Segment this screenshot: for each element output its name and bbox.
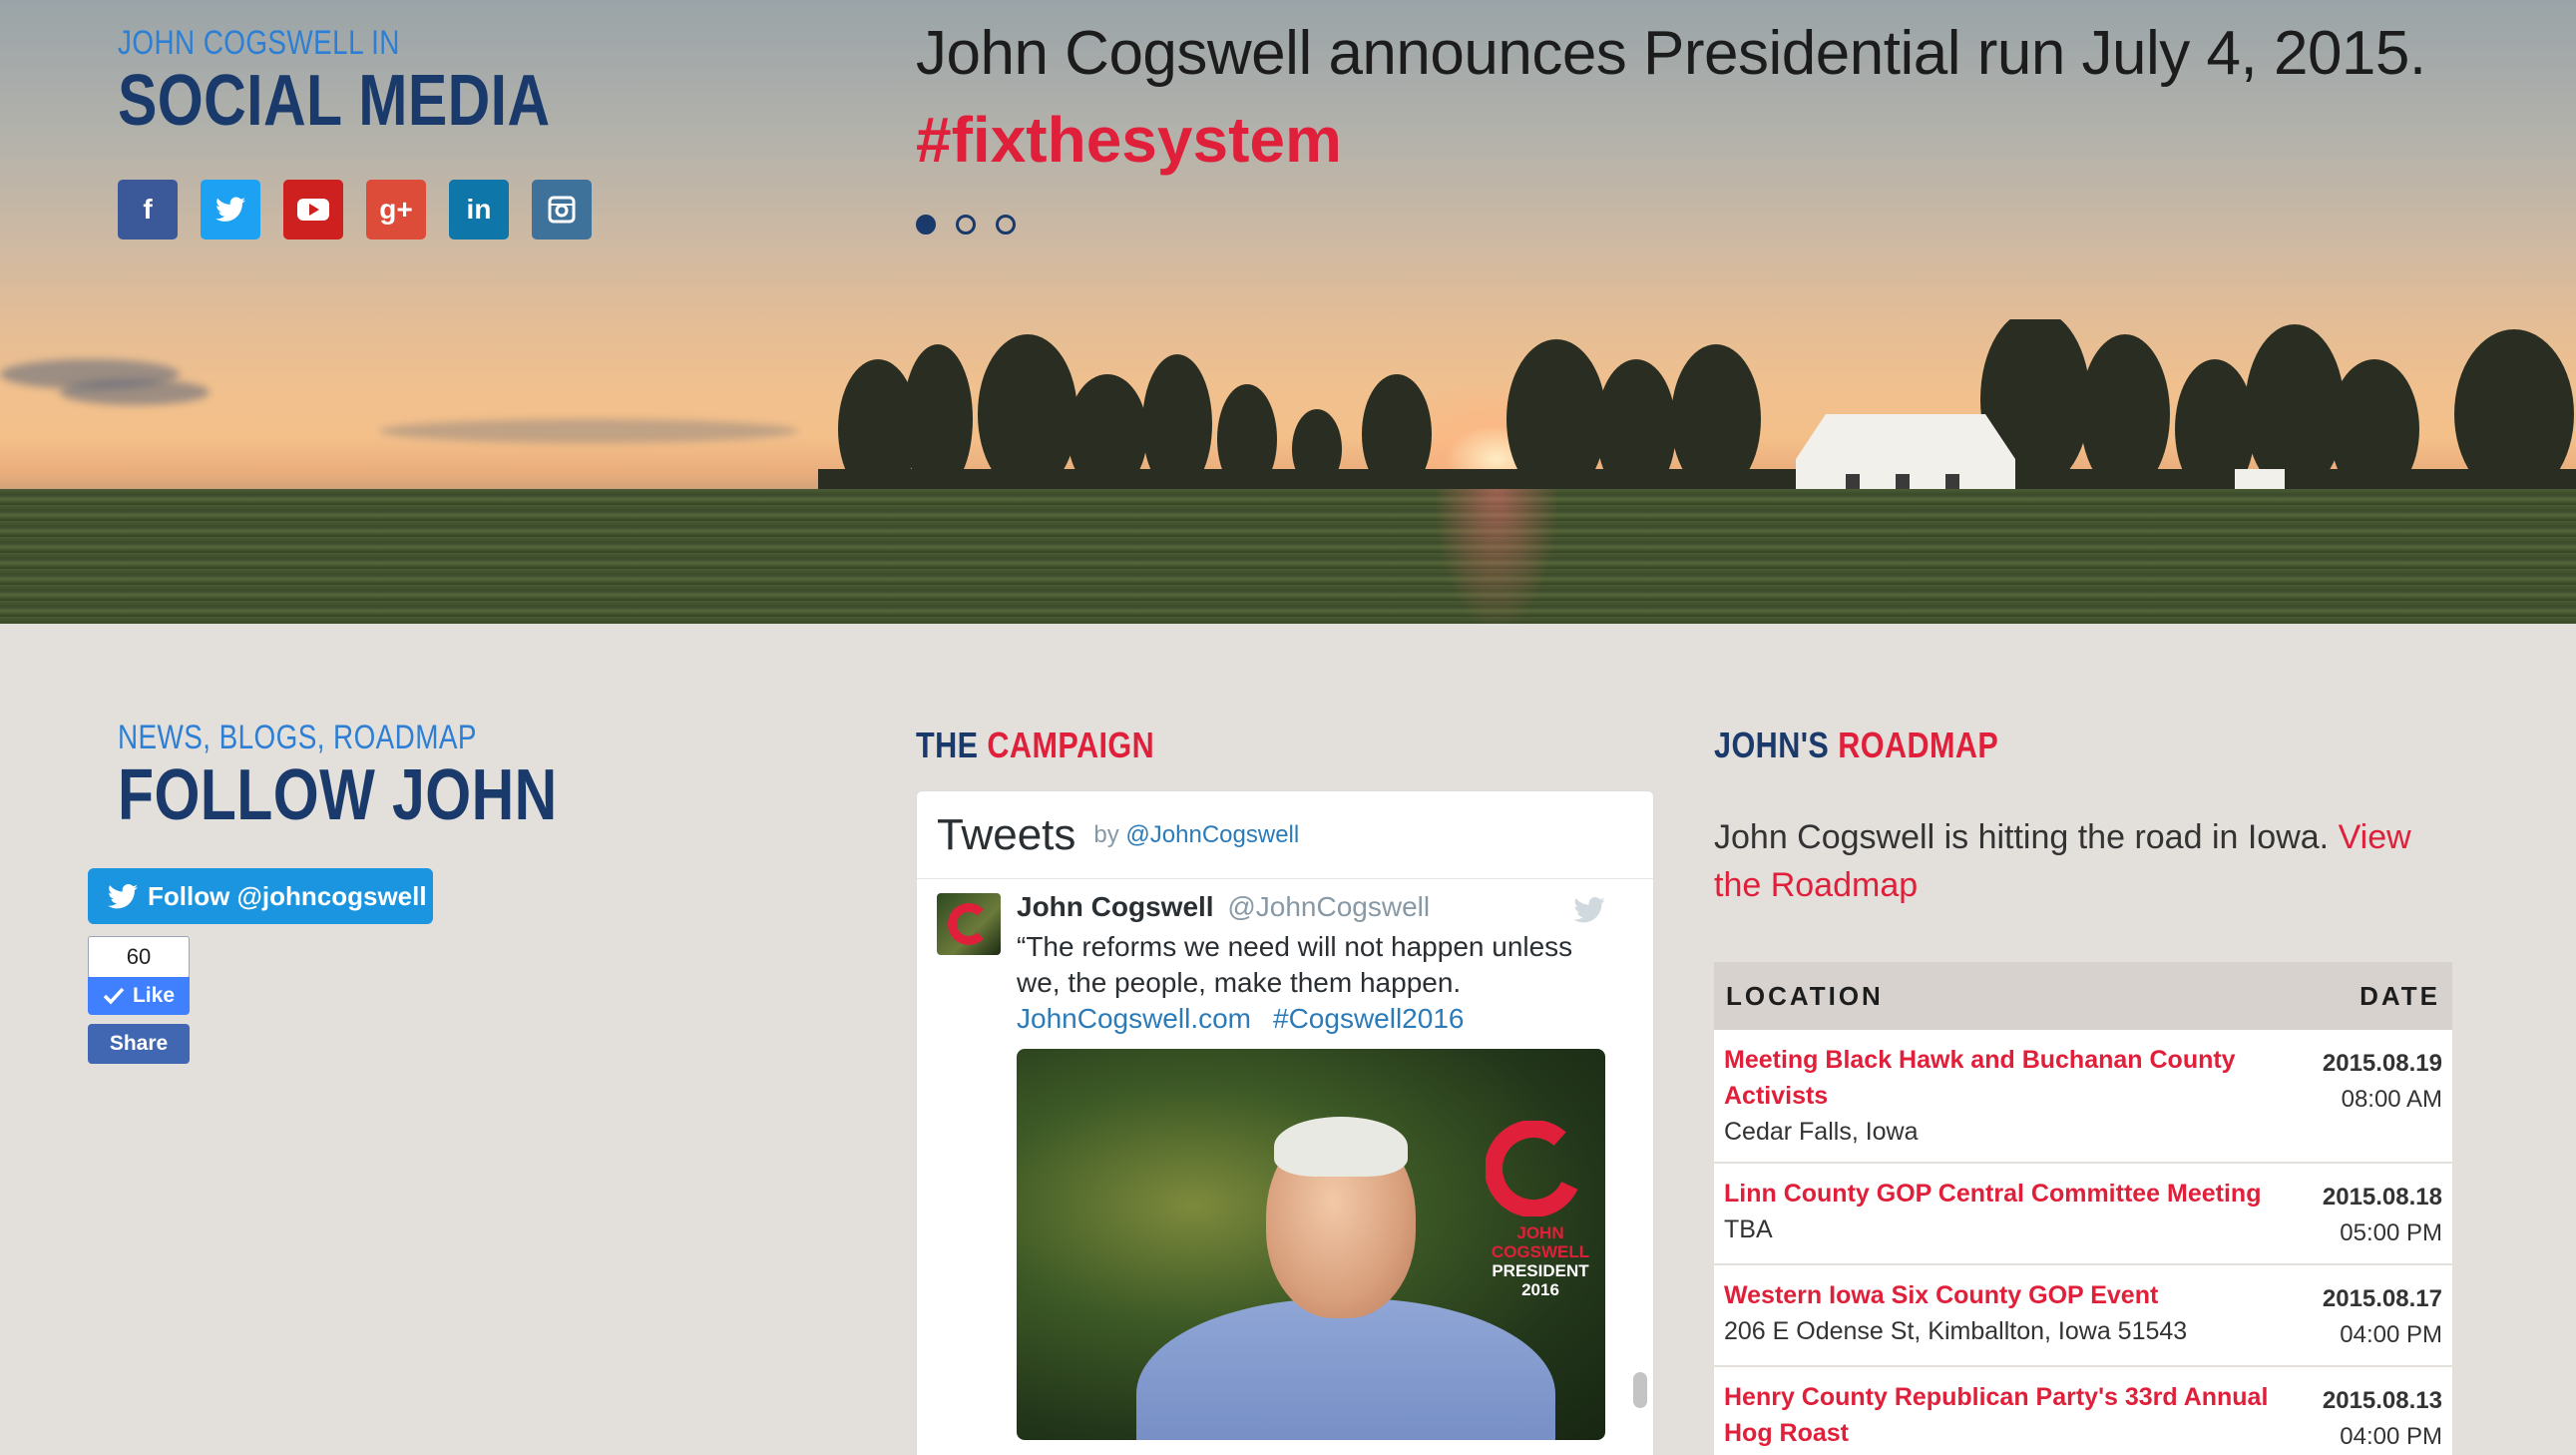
timeline-scrollbar[interactable] (1633, 1372, 1647, 1408)
carousel-dot-2[interactable] (956, 215, 976, 235)
photo-person-shirt (1136, 1298, 1555, 1440)
photo-logo-line1: JOHN COGSWELL (1491, 1223, 1590, 1261)
event-location: TBA (1724, 1215, 1773, 1243)
event-date: 2015.08.18 (2322, 1184, 2442, 1211)
tweet-links: JohnCogswell.com #Cogswell2016 (1017, 1001, 1653, 1037)
event-name-link[interactable]: Meeting Black Hawk and Buchanan County A… (1724, 1042, 2283, 1114)
timeline-by-label: by (1093, 820, 1119, 848)
twitter-bird-icon (108, 883, 138, 908)
event-datetime: 2015.08.19 08:00 AM (2323, 1042, 2442, 1150)
tweet-link-website[interactable]: JohnCogswell.com (1017, 1003, 1251, 1034)
google-plus-icon[interactable]: g+ (366, 180, 426, 240)
event-name-link[interactable]: Western Iowa Six County GOP Event (1724, 1277, 2283, 1313)
tweet-author-name: John Cogswell (1017, 891, 1214, 922)
crop-field (0, 489, 2576, 624)
carousel-dot-3[interactable] (996, 215, 1016, 235)
table-row: Western Iowa Six County GOP Event 206 E … (1714, 1265, 2452, 1367)
twitter-follow-button[interactable]: Follow @johncogswell (88, 868, 433, 924)
timeline-byline: by @JohnCogswell (1093, 821, 1299, 849)
tweet-link-hashtag[interactable]: #Cogswell2016 (1273, 1003, 1464, 1034)
photo-logo-line2: PRESIDENT 2016 (1492, 1261, 1589, 1299)
timeline-title: Tweets (937, 809, 1076, 859)
facebook-share-label: Share (109, 1032, 169, 1055)
youtube-icon[interactable] (283, 180, 343, 240)
checkmark-icon (103, 987, 125, 1005)
linkedin-icon[interactable]: in (449, 180, 509, 240)
event-location: 206 E Odense St, Kimballton, Iowa 51543 (1724, 1317, 2188, 1345)
campaign-title-part1: THE (916, 725, 979, 765)
carousel-pagination (916, 215, 1016, 235)
event-name-link[interactable]: Linn County GOP Central Committee Meetin… (1724, 1176, 2283, 1212)
photo-person-hair (1274, 1117, 1408, 1177)
tweet-author[interactable]: John Cogswell @JohnCogswell (1017, 891, 1653, 923)
event-time: 08:00 AM (2341, 1086, 2442, 1113)
table-header: LOCATION DATE (1714, 962, 2452, 1030)
cogswell-gear-logo-icon (1486, 1121, 1581, 1216)
table-row: Linn County GOP Central Committee Meetin… (1714, 1164, 2452, 1265)
follow-title: FOLLOW JOHN (118, 755, 558, 835)
event-location: Cedar Falls, Iowa (1724, 1118, 1919, 1146)
hero-hashtag[interactable]: #fixthesystem (916, 103, 2426, 177)
instagram-camera-glyph (548, 196, 576, 224)
twitter-icon[interactable] (201, 180, 260, 240)
event-date: 2015.08.13 (2322, 1387, 2442, 1414)
cogswell-logo-icon (948, 903, 990, 945)
facebook-icon[interactable]: f (118, 180, 178, 240)
tweet-photo[interactable]: JOHN COGSWELL PRESIDENT 2016 (1017, 1049, 1605, 1440)
photo-logo-text: JOHN COGSWELL PRESIDENT 2016 (1486, 1223, 1595, 1299)
campaign-title-part2: CAMPAIGN (987, 725, 1155, 765)
table-row: Henry County Republican Party's 33rd Ann… (1714, 1367, 2452, 1455)
event-datetime: 2015.08.18 05:00 PM (2323, 1176, 2442, 1251)
social-icon-row: f g+ in (118, 180, 592, 240)
facebook-like-button[interactable]: Like (88, 977, 190, 1015)
event-time: 04:00 PM (2340, 1423, 2442, 1450)
hero-headline: John Cogswell announces Presidential run… (916, 19, 2426, 88)
facebook-like-label: Like (132, 984, 176, 1007)
table-row: Meeting Black Hawk and Buchanan County A… (1714, 1030, 2452, 1164)
tweet-text: “The reforms we need will not happen unl… (1017, 931, 1573, 998)
roadmap-intro: John Cogswell is hitting the road in Iow… (1714, 813, 2452, 909)
roadmap-title-part1: JOHN'S (1714, 725, 1830, 765)
twitter-bird-glyph (215, 197, 245, 222)
tweet-author-handle: @JohnCogswell (1227, 891, 1431, 922)
campaign-section-title: THE CAMPAIGN (916, 725, 1154, 766)
tweet: John Cogswell @JohnCogswell “The reforms… (917, 879, 1653, 1037)
column-header-location: LOCATION (1726, 980, 1884, 1011)
twitter-follow-label: Follow @johncogswell (148, 880, 427, 911)
follow-eyebrow: NEWS, BLOGS, ROADMAP (118, 719, 477, 756)
treeline-silhouette (818, 319, 2576, 509)
twitter-timeline-widget: Tweets by @JohnCogswell John Cogswell @J… (916, 790, 1654, 1455)
event-date: 2015.08.17 (2322, 1285, 2442, 1312)
roadmap-table: LOCATION DATE Meeting Black Hawk and Buc… (1714, 962, 2452, 1455)
roadmap-title-part2: ROADMAP (1838, 725, 1999, 765)
sun-reflection (1437, 489, 1556, 624)
event-datetime: 2015.08.17 04:00 PM (2323, 1277, 2442, 1353)
follow-heading: NEWS, BLOGS, ROADMAP FOLLOW JOHN (118, 719, 653, 831)
timeline-header: Tweets by @JohnCogswell (917, 791, 1653, 879)
roadmap-intro-text: John Cogswell is hitting the road in Iow… (1714, 818, 2330, 856)
social-title: SOCIAL MEDIA (118, 61, 551, 141)
hero-announcement: John Cogswell announces Presidential run… (916, 18, 2426, 177)
roadmap-section-title: JOHN'S ROADMAP (1714, 725, 1998, 766)
event-date: 2015.08.19 (2322, 1050, 2442, 1077)
avatar[interactable] (937, 893, 1001, 955)
twitter-bird-icon[interactable] (1573, 897, 1605, 923)
column-header-date: DATE (2360, 980, 2440, 1011)
event-time: 04:00 PM (2340, 1321, 2442, 1348)
facebook-glyph: f (143, 194, 153, 225)
carousel-dot-1[interactable] (916, 215, 936, 235)
linkedin-glyph: in (466, 194, 492, 225)
event-time: 05:00 PM (2340, 1219, 2442, 1246)
event-name-link[interactable]: Henry County Republican Party's 33rd Ann… (1724, 1379, 2283, 1451)
instagram-icon[interactable] (532, 180, 592, 240)
youtube-play-glyph (297, 199, 329, 221)
social-eyebrow: JOHN COGSWELL IN (118, 24, 400, 62)
event-datetime: 2015.08.13 04:00 PM (2323, 1379, 2442, 1455)
timeline-by-handle[interactable]: @JohnCogswell (1125, 821, 1299, 848)
social-media-heading: JOHN COGSWELL IN SOCIAL MEDIA (118, 24, 645, 137)
facebook-like-count: 60 (88, 936, 190, 978)
facebook-share-button[interactable]: Share (88, 1024, 190, 1064)
google-plus-glyph: g+ (379, 194, 413, 225)
